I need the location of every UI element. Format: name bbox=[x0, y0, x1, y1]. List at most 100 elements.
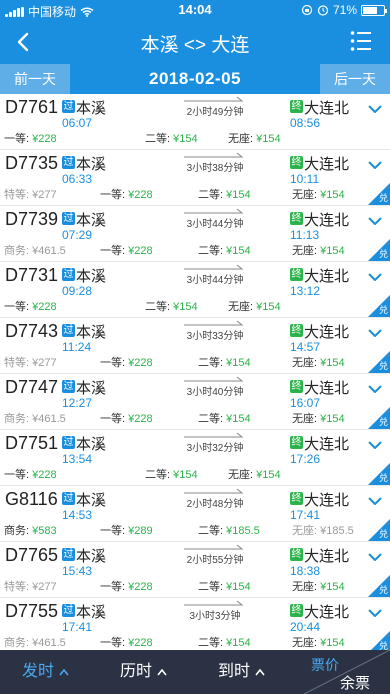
caret-up-icon bbox=[59, 668, 69, 676]
seat-class-label: 无座: bbox=[292, 581, 321, 593]
seat-price: 一等: ¥228 bbox=[100, 242, 153, 258]
chevron-down-icon[interactable] bbox=[368, 384, 382, 394]
seat-price: 特等: ¥277 bbox=[4, 354, 57, 370]
seat-price-value: ¥154 bbox=[226, 189, 251, 201]
duration: 2小时48分钟 bbox=[184, 488, 244, 510]
duration-text: 3小时38分钟 bbox=[186, 163, 244, 174]
chevron-down-icon[interactable] bbox=[368, 496, 382, 506]
seat-price-value: ¥154 bbox=[320, 357, 345, 369]
duration: 3小时44分钟 bbox=[184, 208, 244, 230]
pass-station-badge: 过 bbox=[62, 436, 75, 449]
arrive-time: 17:26 bbox=[290, 452, 321, 466]
seat-price: 无座: ¥154 bbox=[292, 410, 345, 426]
chevron-down-icon[interactable] bbox=[368, 272, 382, 282]
prev-day-button[interactable]: 前一天 bbox=[0, 64, 70, 94]
to-station: 大连北 bbox=[304, 324, 350, 341]
seat-price-value: ¥154 bbox=[173, 469, 198, 481]
train-row[interactable]: D7761 过本溪 06:07 2小时49分钟 终大连北 08:56 一等: ¥228 二… bbox=[0, 94, 390, 150]
sort-depart-tab[interactable]: 发时 bbox=[22, 650, 69, 694]
arrow-right-icon bbox=[184, 152, 244, 158]
seat-class-label: 一等: bbox=[100, 413, 129, 425]
seat-price-value: ¥228 bbox=[32, 469, 57, 481]
chevron-down-icon[interactable] bbox=[368, 552, 382, 562]
seat-class-label: 一等: bbox=[4, 133, 33, 145]
train-number: D7761 bbox=[5, 97, 59, 117]
pass-station-badge: 过 bbox=[62, 548, 75, 561]
arrow-right-icon bbox=[184, 432, 244, 438]
chevron-down-icon[interactable] bbox=[368, 440, 382, 450]
to-station: 大连北 bbox=[304, 380, 350, 397]
pass-station-badge: 过 bbox=[62, 156, 75, 169]
train-row[interactable]: D7755 过本溪 17:41 3小时3分钟 终大连北 20:44 商务: ¥461.5… bbox=[0, 598, 390, 650]
seat-class-label: 商务: bbox=[4, 413, 33, 425]
next-day-button[interactable]: 后一天 bbox=[320, 64, 390, 94]
terminal-station-badge: 终 bbox=[290, 212, 303, 225]
seat-price: 二等: ¥154 bbox=[145, 466, 198, 482]
seat-price: 无座: ¥154 bbox=[292, 634, 345, 650]
depart-time: 15:43 bbox=[62, 564, 93, 578]
terminal-station-badge: 终 bbox=[290, 380, 303, 393]
seat-price: 无座: ¥154 bbox=[292, 354, 345, 370]
train-row[interactable]: D7739 过本溪 07:29 3小时44分钟 终大连北 11:13 商务: ¥461.… bbox=[0, 206, 390, 262]
seat-price-value: ¥185.5 bbox=[226, 525, 260, 537]
terminal-station-badge: 终 bbox=[290, 548, 303, 561]
chevron-down-icon[interactable] bbox=[368, 160, 382, 170]
seat-price: 无座: ¥154 bbox=[292, 578, 345, 594]
train-row[interactable]: D7747 过本溪 12:27 3小时40分钟 终大连北 16:07 商务: ¥461.… bbox=[0, 374, 390, 430]
train-row[interactable]: D7735 过本溪 06:33 3小时38分钟 终大连北 10:11 特等: ¥277 一… bbox=[0, 150, 390, 206]
pass-station-badge: 过 bbox=[62, 212, 75, 225]
seat-price-value: ¥154 bbox=[320, 413, 345, 425]
seat-class-label: 一等: bbox=[100, 525, 129, 537]
arrow-right-icon bbox=[184, 544, 244, 550]
seat-price-value: ¥228 bbox=[128, 637, 153, 649]
arrow-right-icon bbox=[184, 320, 244, 326]
sort-duration-tab[interactable]: 历时 bbox=[120, 650, 167, 694]
chevron-down-icon[interactable] bbox=[368, 328, 382, 338]
train-row[interactable]: D7731 过本溪 09:28 3小时44分钟 终大连北 13:12 一等: ¥228 二… bbox=[0, 262, 390, 318]
seat-price: 特等: ¥277 bbox=[4, 186, 57, 202]
duration: 3小时40分钟 bbox=[184, 376, 244, 398]
filter-menu-icon[interactable] bbox=[350, 30, 372, 52]
sort-arrive-tab[interactable]: 到时 bbox=[218, 650, 265, 694]
from-station: 本溪 bbox=[76, 156, 107, 173]
seat-price: 二等: ¥154 bbox=[198, 242, 251, 258]
chevron-down-icon[interactable] bbox=[368, 216, 382, 226]
arrive-time: 16:07 bbox=[290, 396, 321, 410]
arrive-time: 20:44 bbox=[290, 620, 321, 634]
seat-price-value: ¥185.5 bbox=[320, 525, 354, 537]
train-row[interactable]: D7765 过本溪 15:43 2小时55分钟 终大连北 18:38 特等: ¥277 一… bbox=[0, 542, 390, 598]
current-date[interactable]: 2018-02-05 bbox=[70, 64, 320, 94]
pass-station-badge: 过 bbox=[62, 380, 75, 393]
chevron-down-icon[interactable] bbox=[368, 104, 382, 114]
chevron-down-icon[interactable] bbox=[368, 608, 382, 618]
seat-class-label: 无座: bbox=[292, 189, 321, 201]
seat-price: 一等: ¥228 bbox=[100, 578, 153, 594]
seat-price-value: ¥154 bbox=[226, 357, 251, 369]
sort-price-label: 票价 bbox=[311, 657, 339, 673]
price-remaining-toggle[interactable]: 票价 余票 bbox=[304, 650, 390, 694]
sort-arrive-label: 到时 bbox=[218, 663, 251, 680]
duration-text: 3小时44分钟 bbox=[186, 219, 244, 230]
from-station: 本溪 bbox=[76, 492, 107, 509]
duration-text: 3小时3分钟 bbox=[189, 611, 241, 622]
seat-class-label: 二等: bbox=[145, 301, 174, 313]
seat-price-value: ¥154 bbox=[173, 133, 198, 145]
from-station: 本溪 bbox=[76, 212, 107, 229]
train-row[interactable]: D7743 过本溪 11:24 3小时33分钟 终大连北 14:57 特等: ¥277 一… bbox=[0, 318, 390, 374]
duration-text: 3小时32分钟 bbox=[186, 443, 244, 454]
arrow-right-icon bbox=[184, 208, 244, 214]
seat-price-value: ¥228 bbox=[128, 189, 153, 201]
train-row[interactable]: D7751 过本溪 13:54 3小时32分钟 终大连北 17:26 一等: ¥228 二… bbox=[0, 430, 390, 486]
seat-price: 一等: ¥228 bbox=[4, 130, 57, 146]
seat-price-value: ¥277 bbox=[32, 357, 57, 369]
terminal-station-badge: 终 bbox=[290, 100, 303, 113]
train-row[interactable]: G8116 过本溪 14:53 2小时48分钟 终大连北 17:41 商务: ¥583 一… bbox=[0, 486, 390, 542]
seat-price-value: ¥154 bbox=[320, 245, 345, 257]
seat-price: 二等: ¥154 bbox=[198, 354, 251, 370]
seat-price-value: ¥277 bbox=[32, 581, 57, 593]
seat-price: 无座: ¥185.5 bbox=[292, 522, 354, 538]
exchange-badge-text: 兑 bbox=[378, 305, 388, 315]
seat-price-value: ¥461.5 bbox=[32, 413, 66, 425]
seat-price: 二等: ¥185.5 bbox=[198, 522, 260, 538]
seat-price: 二等: ¥154 bbox=[198, 186, 251, 202]
